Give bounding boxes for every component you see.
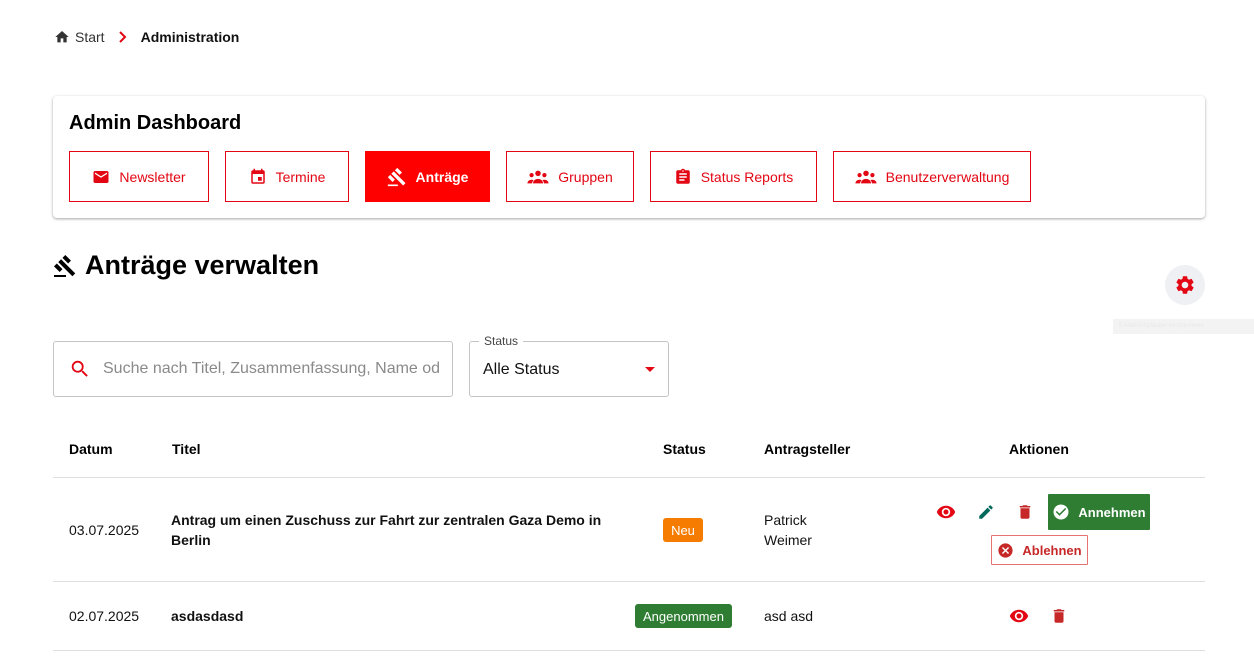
reject-button[interactable]: Ablehnen: [991, 535, 1088, 565]
column-header-date[interactable]: Datum: [69, 441, 113, 457]
row-date: 03.07.2025: [69, 522, 140, 538]
gavel-icon: [53, 254, 76, 277]
nav-label: Gruppen: [558, 168, 613, 185]
delete-button[interactable]: [1013, 500, 1037, 524]
email-settings-button[interactable]: [1165, 265, 1205, 305]
gavel-icon: [387, 167, 406, 186]
row-title: Antrag um einen Zuschuss zur Fahrt zur z…: [171, 510, 601, 550]
row-title-line: Antrag um einen Zuschuss zur Fahrt zur z…: [171, 512, 602, 528]
status-select-value: Alle Status: [483, 361, 560, 378]
page-title: Anträge verwalten: [53, 250, 319, 281]
column-header-status[interactable]: Status: [663, 441, 706, 457]
breadcrumb: Start Administration: [54, 27, 239, 47]
nav-label: Benutzerverwaltung: [885, 168, 1010, 185]
row-applicant-line: Weimer: [764, 532, 812, 548]
admin-dashboard-title: Admin Dashboard: [69, 112, 242, 134]
nav-antraege-button[interactable]: Anträge: [365, 151, 490, 202]
reject-label: Ablehnen: [1022, 542, 1082, 558]
check-circle-icon: [1053, 504, 1069, 520]
divider: [53, 650, 1205, 651]
groups-icon: [855, 170, 877, 183]
gear-icon: [1176, 276, 1194, 294]
status-badge: Angenommen: [635, 604, 732, 628]
edit-button[interactable]: [974, 500, 998, 524]
chevron-right-icon: [118, 31, 126, 43]
row-applicant-line: Patrick: [764, 512, 807, 528]
search-input[interactable]: [101, 359, 441, 379]
nav-benutzerverwaltung-button[interactable]: Benutzerverwaltung: [833, 151, 1031, 202]
home-icon[interactable]: [54, 29, 70, 45]
nav-termine-button[interactable]: Termine: [225, 151, 349, 202]
nav-label: Termine: [275, 168, 326, 185]
cancel-circle-icon: [998, 542, 1013, 558]
row-title: asdasdasd: [171, 608, 244, 624]
delete-button[interactable]: [1047, 604, 1071, 628]
view-button[interactable]: [1007, 604, 1031, 628]
nav-label: Anträge: [415, 168, 469, 185]
trash-icon: [1019, 505, 1031, 519]
status-select[interactable]: Status Alle Status: [469, 334, 669, 397]
column-header-actions: Aktionen: [1009, 441, 1069, 457]
groups-icon: [527, 170, 549, 183]
nav-label: Newsletter: [119, 168, 186, 185]
trash-icon: [1053, 609, 1065, 623]
column-header-title[interactable]: Titel: [172, 441, 201, 457]
settings-tooltip: E-Mail-Empfänger konfigurieren: [1113, 319, 1254, 334]
status-badge: Neu: [663, 518, 703, 542]
search-field[interactable]: [53, 341, 453, 397]
accept-button[interactable]: Annehmen: [1048, 494, 1150, 530]
clipboard-icon: [675, 168, 690, 184]
status-select-label: Status: [479, 334, 524, 348]
breadcrumb-current: Administration: [140, 29, 240, 45]
row-date: 02.07.2025: [69, 608, 140, 624]
row-applicant: Patrick Weimer: [764, 510, 812, 550]
divider: [53, 581, 1205, 582]
nav-newsletter-button[interactable]: Newsletter: [69, 151, 209, 202]
pencil-icon: [979, 505, 993, 519]
nav-label: Status Reports: [700, 168, 794, 185]
nav-gruppen-button[interactable]: Gruppen: [506, 151, 634, 202]
row-title-line: Berlin: [171, 532, 211, 548]
caret-down-icon: [645, 367, 655, 372]
eye-icon: [1009, 609, 1029, 623]
view-button[interactable]: [934, 500, 958, 524]
calendar-icon: [250, 168, 265, 184]
column-header-applicant[interactable]: Antragsteller: [764, 441, 850, 457]
page-title-text: Anträge verwalten: [85, 250, 320, 280]
row-applicant: asd asd: [764, 608, 814, 624]
accept-label: Annehmen: [1078, 504, 1146, 520]
eye-icon: [936, 505, 956, 519]
breadcrumb-start-link[interactable]: Start: [75, 29, 105, 45]
search-icon: [71, 360, 88, 377]
admin-dashboard-card: Admin Dashboard Newsletter Termine Anträ…: [53, 96, 1205, 218]
mail-icon: [93, 170, 109, 183]
nav-status-reports-button[interactable]: Status Reports: [650, 151, 817, 202]
divider: [53, 477, 1205, 478]
